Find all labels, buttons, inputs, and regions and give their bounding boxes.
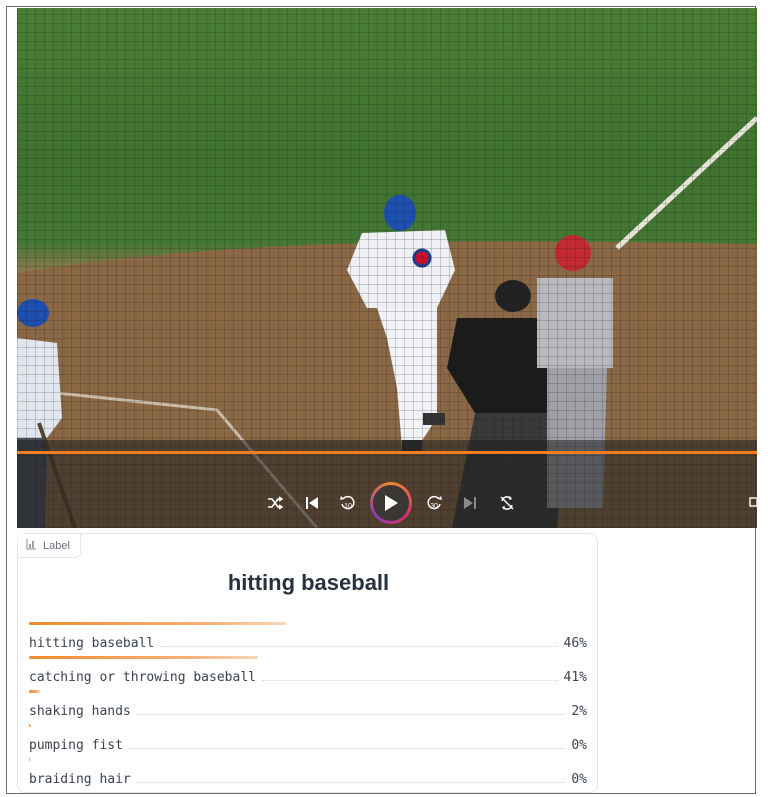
forward-30-label: 30 — [430, 503, 438, 510]
confidence-row[interactable]: pumping fist 0% — [29, 724, 587, 758]
play-button[interactable] — [370, 482, 412, 524]
confidence-bar — [29, 656, 258, 659]
confidence-percent: 46% — [563, 636, 587, 651]
play-icon — [373, 485, 409, 521]
rewind-10-label: 10 — [344, 503, 352, 510]
confidence-list: hitting baseball 46% catching or throwin… — [29, 622, 587, 792]
fullscreen-icon[interactable] — [749, 495, 757, 509]
playback-controls: 10 30 — [17, 482, 757, 524]
forward-30-icon[interactable]: 30 — [419, 482, 449, 524]
skip-back-icon[interactable] — [297, 482, 327, 524]
confidence-label: pumping fist — [29, 738, 123, 753]
skip-forward-icon[interactable] — [455, 482, 485, 524]
confidence-bar — [29, 758, 30, 761]
label-panel: Label hitting baseball hitting baseball … — [17, 533, 598, 793]
confidence-label: braiding hair — [29, 772, 131, 787]
confidence-percent: 2% — [571, 704, 587, 719]
progress-bar[interactable] — [17, 451, 757, 454]
confidence-row[interactable]: catching or throwing baseball 41% — [29, 656, 587, 690]
video-player[interactable]: 10 30 — [17, 8, 757, 528]
confidence-row[interactable]: shaking hands 2% — [29, 690, 587, 724]
confidence-percent: 41% — [563, 670, 587, 685]
confidence-bar — [29, 690, 40, 693]
confidence-bar — [29, 724, 31, 727]
shuffle-icon[interactable] — [260, 482, 290, 524]
top-label: hitting baseball — [227, 570, 390, 595]
loop-off-icon[interactable] — [492, 482, 522, 524]
confidence-label: catching or throwing baseball — [29, 670, 256, 685]
confidence-percent: 0% — [571, 738, 587, 753]
confidence-bar — [29, 622, 286, 625]
label-badge: Label — [18, 534, 81, 558]
confidence-label: hitting baseball — [29, 636, 155, 651]
confidence-label: shaking hands — [29, 704, 131, 719]
app-frame: 10 30 Label hitting baseball hitting bas… — [6, 6, 757, 794]
badge-label: Label — [43, 539, 70, 552]
rewind-10-icon[interactable]: 10 — [333, 482, 363, 524]
confidence-row[interactable]: hitting baseball 46% — [29, 622, 587, 656]
confidence-row[interactable]: braiding hair 0% — [29, 758, 587, 792]
bar-chart-icon — [26, 537, 37, 555]
confidence-percent: 0% — [571, 772, 587, 787]
